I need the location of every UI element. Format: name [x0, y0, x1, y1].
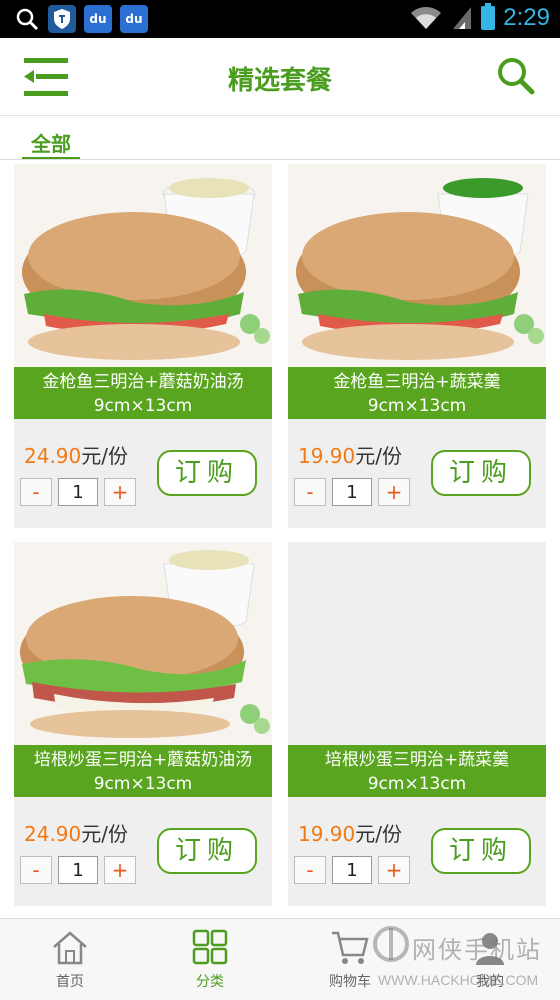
- shield-icon: [48, 5, 76, 33]
- product-card[interactable]: 金枪鱼三明治+蔬菜羹 9cm×13cm 19.90元/份 - 1 + 订购: [288, 164, 546, 528]
- product-name: 培根炒蛋三明治+蘑菇奶油汤 9cm×13cm: [14, 745, 272, 797]
- product-image: [14, 164, 272, 367]
- price-unit: 元/份: [81, 444, 129, 468]
- quantity-stepper: - 1 +: [294, 478, 410, 506]
- increase-button[interactable]: +: [104, 856, 136, 884]
- price-unit: 元/份: [355, 444, 403, 468]
- increase-button[interactable]: +: [378, 856, 410, 884]
- quantity-input[interactable]: 1: [332, 478, 372, 506]
- decrease-button[interactable]: -: [20, 478, 52, 506]
- product-title: 培根炒蛋三明治+蔬菜羹: [324, 750, 510, 770]
- divider: [0, 159, 560, 160]
- search-icon: [498, 58, 535, 95]
- decrease-button[interactable]: -: [294, 856, 326, 884]
- price-row: 24.90元/份: [24, 440, 128, 469]
- wifi-icon: [411, 7, 442, 29]
- product-title: 金枪鱼三明治+蔬菜羹: [333, 372, 501, 392]
- product-title: 金枪鱼三明治+蘑菇奶油汤: [42, 372, 244, 392]
- order-button[interactable]: 订购: [431, 828, 531, 874]
- app-header: 精选套餐: [0, 38, 560, 116]
- quantity-stepper: - 1 +: [20, 478, 136, 506]
- product-name: 培根炒蛋三明治+蔬菜羹 9cm×13cm: [288, 745, 546, 797]
- status-bar: du du 2:29: [0, 0, 560, 38]
- product-name: 金枪鱼三明治+蘑菇奶油汤 9cm×13cm: [14, 367, 272, 419]
- product-card[interactable]: 培根炒蛋三明治+蘑菇奶油汤 9cm×13cm 24.90元/份 - 1 + 订购: [14, 542, 272, 906]
- search-icon: [16, 8, 39, 31]
- quantity-input[interactable]: 1: [332, 856, 372, 884]
- price-unit: 元/份: [81, 822, 129, 846]
- cart-icon: [332, 931, 369, 964]
- price-row: 19.90元/份: [298, 440, 402, 469]
- price: 24.90: [24, 822, 82, 846]
- nav-label: 分类: [196, 974, 224, 990]
- baidu-icon-label: du: [89, 12, 107, 26]
- increase-button[interactable]: +: [378, 478, 410, 506]
- decrease-button[interactable]: -: [294, 478, 326, 506]
- nav-category[interactable]: 分类: [140, 919, 280, 1000]
- increase-button[interactable]: +: [104, 478, 136, 506]
- order-button[interactable]: 订购: [157, 450, 257, 496]
- page-title: 精选套餐: [227, 66, 332, 96]
- nav-home[interactable]: 首页: [0, 919, 140, 1000]
- baidu-icon: du: [84, 5, 112, 33]
- product-image-placeholder: [288, 542, 546, 745]
- price: 24.90: [24, 444, 82, 468]
- watermark: 网侠手机站 WWW.HACKHOME.COM: [370, 920, 560, 1000]
- quantity-input[interactable]: 1: [58, 478, 98, 506]
- order-button[interactable]: 订购: [431, 450, 531, 496]
- product-size: 9cm×13cm: [367, 396, 467, 416]
- baidu-icon: du: [120, 5, 148, 33]
- decrease-button[interactable]: -: [20, 856, 52, 884]
- quantity-input[interactable]: 1: [58, 856, 98, 884]
- tab-all[interactable]: 全部: [22, 126, 80, 160]
- price-unit: 元/份: [355, 822, 403, 846]
- price: 19.90: [298, 822, 356, 846]
- nav-label: 首页: [56, 974, 84, 990]
- home-icon: [53, 931, 87, 965]
- product-size: 9cm×13cm: [367, 774, 467, 794]
- product-name: 金枪鱼三明治+蔬菜羹 9cm×13cm: [288, 367, 546, 419]
- product-image: [288, 164, 546, 367]
- price-row: 24.90元/份: [24, 818, 128, 847]
- price-row: 19.90元/份: [298, 818, 402, 847]
- quantity-stepper: - 1 +: [294, 856, 410, 884]
- order-button[interactable]: 订购: [157, 828, 257, 874]
- product-card[interactable]: 培根炒蛋三明治+蔬菜羹 9cm×13cm 19.90元/份 - 1 + 订购: [288, 542, 546, 906]
- signal-icon: [453, 7, 472, 29]
- battery-icon: [481, 3, 496, 30]
- watermark-url: WWW.HACKHOME.COM: [378, 972, 539, 988]
- product-image: [14, 542, 272, 745]
- grid-icon: [192, 929, 228, 965]
- quantity-stepper: - 1 +: [20, 856, 136, 884]
- product-size: 9cm×13cm: [93, 396, 193, 416]
- watermark-text: 网侠手机站: [412, 936, 542, 964]
- watermark-logo: [373, 926, 409, 962]
- product-card[interactable]: 金枪鱼三明治+蘑菇奶油汤 9cm×13cm 24.90元/份 - 1 + 订购: [14, 164, 272, 528]
- price: 19.90: [298, 444, 356, 468]
- baidu-icon-label: du: [125, 12, 143, 26]
- product-title: 培根炒蛋三明治+蘑菇奶油汤: [33, 750, 253, 770]
- clock: 2:29: [503, 4, 550, 31]
- product-size: 9cm×13cm: [93, 774, 193, 794]
- search-button[interactable]: [496, 56, 536, 96]
